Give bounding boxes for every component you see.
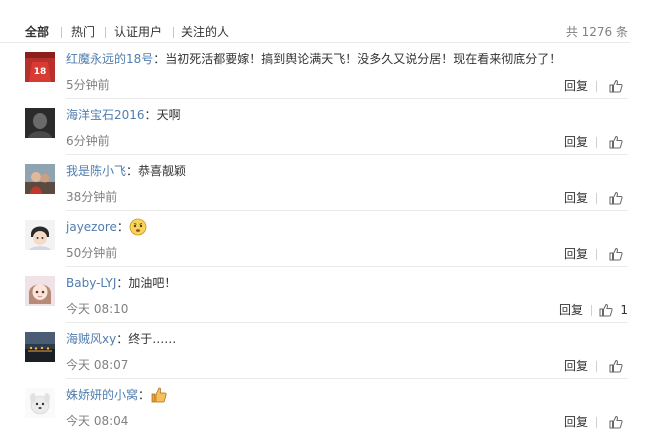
comment-body: 姝娇妍的小窝：	[66, 386, 168, 405]
comment-username[interactable]: 红魔永远的18号	[66, 52, 153, 66]
action-divider	[596, 81, 597, 92]
comment-body: 海贼风xy：终于……	[66, 332, 177, 346]
comment-username[interactable]: 我是陈小飞	[66, 164, 126, 178]
reply-button[interactable]: 回复	[564, 414, 588, 430]
action-divider	[596, 417, 597, 428]
comment-body: 红魔永远的18号：当初死活都要嫁！搞到舆论满天飞！没多久又说分居！现在看来彻底分…	[66, 52, 562, 66]
tab-following[interactable]: 关注的人	[181, 24, 229, 40]
comment-body: jayezore：	[66, 218, 147, 237]
thumbs-up-icon	[609, 247, 623, 261]
tab-divider	[105, 27, 106, 38]
thumbs-up-icon	[599, 303, 613, 317]
comment-text: 天啊	[156, 108, 181, 122]
comment-actions: 回复	[548, 245, 628, 263]
like-count: 1	[620, 303, 628, 317]
comment-filter-tabs: 全部 热门 认证用户 关注的人 共 1276 条	[0, 0, 656, 43]
action-divider	[596, 193, 597, 204]
comment-text: 终于……	[128, 332, 177, 346]
comment-time: 6分钟前	[66, 134, 110, 148]
comment-username[interactable]: 姝娇妍的小窝	[66, 388, 138, 402]
avatar[interactable]	[25, 164, 55, 194]
comment-username[interactable]: 海贼风xy	[66, 332, 116, 346]
tab-all[interactable]: 全部	[25, 24, 49, 40]
avatar[interactable]	[25, 108, 55, 138]
like-button[interactable]	[600, 413, 628, 431]
like-button[interactable]	[600, 189, 628, 207]
comment-time: 50分钟前	[66, 246, 118, 260]
avatar[interactable]	[25, 332, 55, 362]
reply-button[interactable]: 回复	[559, 302, 583, 318]
thumbs-up-icon	[609, 79, 623, 93]
comment-actions: 回复	[548, 189, 628, 207]
tab-hot[interactable]: 热门	[71, 24, 95, 40]
comment-actions: 回复	[548, 357, 628, 375]
comment-username[interactable]: Baby-LYJ	[66, 276, 116, 290]
comment-text: 当初死活都要嫁！搞到舆论满天飞！没多久又说分居！现在看来彻底分了！	[165, 52, 562, 66]
comment-body: Baby-LYJ：加油吧！	[66, 276, 177, 290]
reply-button[interactable]: 回复	[564, 78, 588, 94]
comment-item: 18 红魔永远的18号：当初死活都要嫁！搞到舆论满天飞！没多久又说分居！现在看来…	[0, 43, 656, 99]
like-button[interactable]: 1	[594, 301, 628, 319]
comment-actions: 回复	[548, 77, 628, 95]
comment-body: 海洋宝石2016：天啊	[66, 108, 181, 122]
comment-time: 38分钟前	[66, 190, 118, 204]
comment-text: 恭喜靓颖	[138, 164, 187, 178]
comment-item: jayezore： 50分钟前 回复	[0, 211, 656, 267]
thumbs-up-icon	[609, 415, 623, 429]
reply-button[interactable]: 回复	[564, 358, 588, 374]
tab-verified-users[interactable]: 认证用户	[114, 24, 162, 40]
like-button[interactable]	[600, 357, 628, 375]
reply-button[interactable]: 回复	[564, 134, 588, 150]
worried-face-emoji-icon	[129, 218, 147, 236]
comment-username[interactable]: jayezore	[66, 220, 117, 234]
comment-time: 今天 08:04	[66, 414, 129, 428]
action-divider	[591, 305, 592, 316]
comment-item: Baby-LYJ：加油吧！ 今天 08:10 回复 1	[0, 267, 656, 323]
avatar[interactable]	[25, 388, 55, 418]
comment-item: 海贼风xy：终于…… 今天 08:07 回复	[0, 323, 656, 379]
action-divider	[596, 249, 597, 260]
comment-time: 5分钟前	[66, 78, 110, 92]
action-divider	[596, 137, 597, 148]
thumbs-up-icon	[609, 359, 623, 373]
thumbs-up-emoji-icon	[150, 386, 168, 404]
like-button[interactable]	[600, 245, 628, 263]
comment-username[interactable]: 海洋宝石2016	[66, 108, 145, 122]
comment-body: 我是陈小飞：恭喜靓颖	[66, 164, 187, 178]
avatar[interactable]	[25, 276, 55, 306]
comment-actions: 回复	[548, 413, 628, 431]
like-button[interactable]	[600, 77, 628, 95]
comment-item: 我是陈小飞：恭喜靓颖 38分钟前 回复	[0, 155, 656, 211]
comment-total-count: 共 1276 条	[565, 25, 628, 39]
avatar[interactable]: 18	[25, 52, 55, 82]
comment-time: 今天 08:07	[66, 358, 129, 372]
tab-divider	[61, 27, 62, 38]
comment-item: 海洋宝石2016：天啊 6分钟前 回复	[0, 99, 656, 155]
like-button[interactable]	[600, 133, 628, 151]
thumbs-up-icon	[609, 135, 623, 149]
tab-divider	[173, 27, 174, 38]
comment-text: 加油吧！	[128, 276, 177, 290]
avatar[interactable]	[25, 220, 55, 250]
svg-text:18: 18	[34, 67, 47, 77]
comment-actions: 回复	[548, 133, 628, 151]
comment-actions: 回复 1	[548, 301, 628, 319]
reply-button[interactable]: 回复	[564, 246, 588, 262]
comment-time: 今天 08:10	[66, 302, 129, 316]
action-divider	[596, 361, 597, 372]
thumbs-up-icon	[609, 191, 623, 205]
reply-button[interactable]: 回复	[564, 190, 588, 206]
comment-item: 姝娇妍的小窝： 今天 08:04 回复	[0, 379, 656, 435]
